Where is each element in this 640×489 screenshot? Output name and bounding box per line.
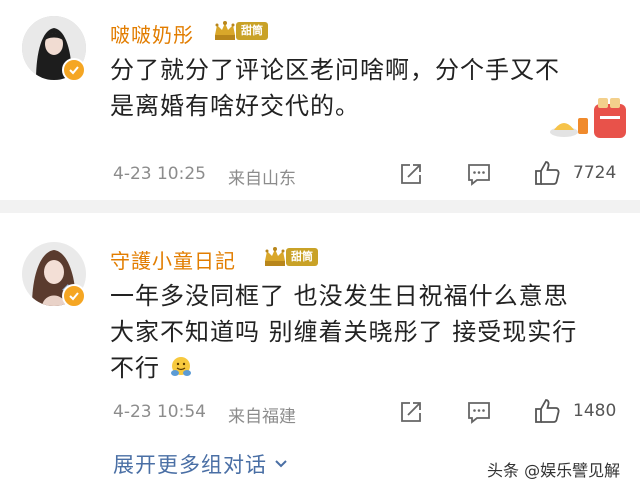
thumbs-up-icon bbox=[535, 399, 560, 423]
share-button[interactable] bbox=[398, 161, 424, 187]
crown-icon bbox=[265, 247, 285, 266]
divider bbox=[0, 200, 640, 213]
username[interactable]: 啵啵奶彤 bbox=[110, 19, 194, 48]
reply-button[interactable] bbox=[466, 161, 492, 187]
comment-text-line: 分了就分了评论区老问啥啊，分个手又不 bbox=[110, 56, 560, 84]
verified-badge-icon bbox=[62, 58, 86, 82]
expand-replies-link[interactable]: 展开更多组对话 bbox=[113, 449, 291, 479]
share-icon bbox=[401, 164, 421, 184]
comment-item: 守護小童日記 甜筒 一年多没同框了 也没发生日祝福什么意思 大家不知道吗 别缠着… bbox=[0, 213, 640, 489]
watermark: 头条 @娱乐譬见解 bbox=[487, 461, 621, 480]
share-button[interactable] bbox=[398, 399, 424, 425]
timestamp: 4-23 10:25 bbox=[113, 164, 206, 184]
comment-text-line-wrap: 不行 bbox=[110, 350, 630, 386]
chevron-down-icon bbox=[275, 460, 287, 468]
comment-text-line: 不行 bbox=[110, 354, 160, 382]
crown-icon bbox=[215, 21, 235, 40]
share-icon bbox=[401, 402, 421, 422]
location: 来自山东 bbox=[228, 169, 296, 189]
badge-label: 甜筒 bbox=[236, 22, 268, 40]
like-count: 1480 bbox=[573, 401, 617, 421]
username[interactable]: 守護小童日記 bbox=[110, 245, 236, 274]
comment-text-line: 大家不知道吗 别缠着关晓彤了 接受现实行 bbox=[110, 318, 578, 346]
timestamp: 4-23 10:54 bbox=[113, 402, 206, 422]
comment-icon bbox=[468, 164, 490, 186]
fan-badge: 甜筒 bbox=[212, 20, 268, 42]
like-count: 7724 bbox=[573, 163, 617, 183]
thumbs-up-icon bbox=[535, 161, 560, 185]
location: 来自福建 bbox=[228, 407, 296, 427]
breakfast-sticker-icon bbox=[550, 98, 626, 138]
verified-badge-icon bbox=[62, 284, 86, 308]
comment-text: 一年多没同框了 也没发生日祝福什么意思 大家不知道吗 别缠着关晓彤了 接受现实行… bbox=[110, 278, 630, 386]
comment-item: 啵啵奶彤 甜筒 分了就分了评论区老问啥啊，分个手又不 是离婚有啥好交代的。 4-… bbox=[0, 0, 640, 200]
badge-label: 甜筒 bbox=[286, 248, 318, 266]
like-button[interactable]: 1480 bbox=[533, 397, 616, 425]
hugging-emoji-icon bbox=[170, 357, 191, 376]
expand-replies-label: 展开更多组对话 bbox=[113, 453, 267, 477]
comment-text-line: 一年多没同框了 也没发生日祝福什么意思 bbox=[110, 282, 569, 310]
fan-badge: 甜筒 bbox=[262, 246, 318, 268]
like-button[interactable]: 7724 bbox=[533, 159, 616, 187]
comment-icon bbox=[468, 402, 490, 424]
reply-button[interactable] bbox=[466, 399, 492, 425]
